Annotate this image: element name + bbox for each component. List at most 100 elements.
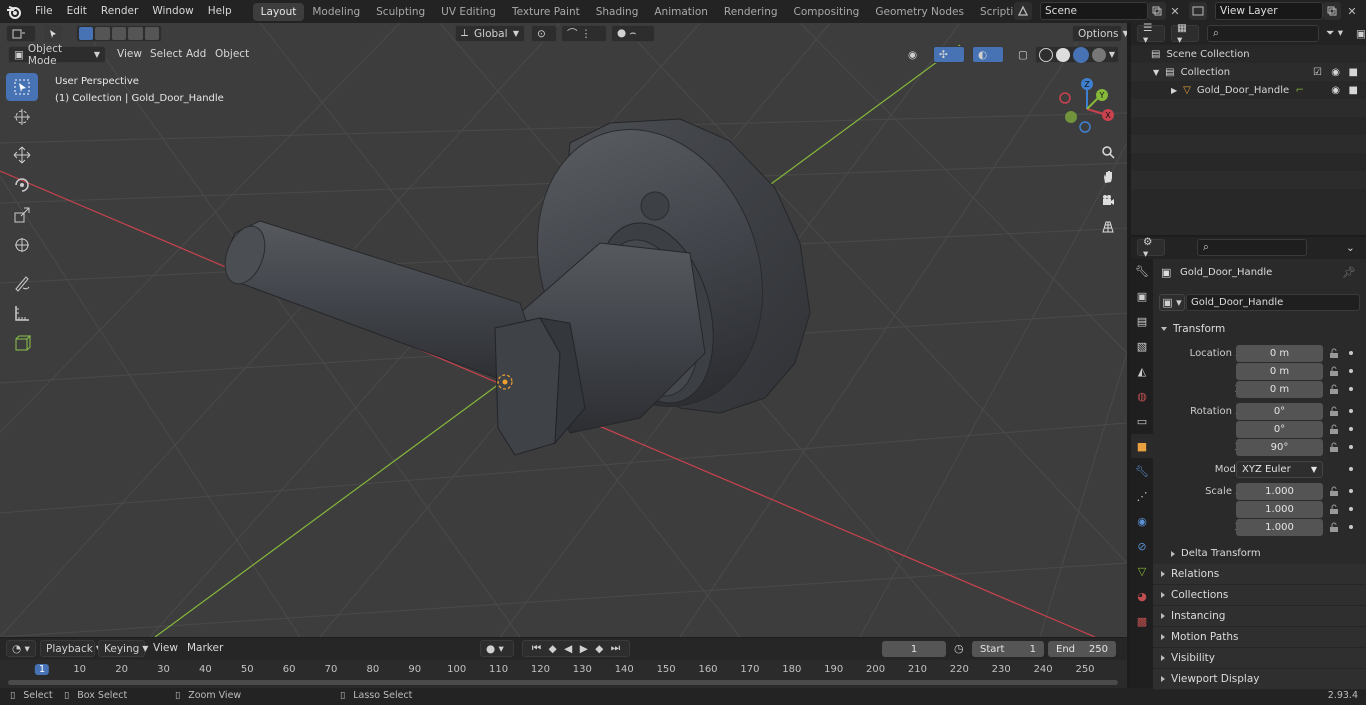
record-keyframes-icon[interactable]: ● ▾: [480, 640, 514, 657]
gizmo-toggle-icon[interactable]: ✣: [933, 46, 965, 63]
rotation-x-field[interactable]: 0°: [1236, 402, 1323, 420]
tab-uv-editing[interactable]: UV Editing: [433, 3, 504, 21]
zoom-view-icon[interactable]: [1097, 141, 1119, 163]
solid-shading-icon[interactable]: [1055, 47, 1070, 62]
scale-y-field[interactable]: 1.000: [1236, 500, 1323, 518]
eye-icon[interactable]: ◉: [1331, 67, 1340, 78]
location-z-field[interactable]: 0 m: [1236, 380, 1323, 398]
display-mode-icon[interactable]: ▦ ▾: [1171, 22, 1199, 46]
neg-z-axis-icon[interactable]: [1079, 121, 1091, 133]
physics-tab-icon[interactable]: ◉: [1131, 509, 1153, 533]
datablock-name-field[interactable]: Gold_Door_Handle: [1186, 293, 1360, 311]
menu-window[interactable]: Window: [145, 0, 200, 23]
menu-help[interactable]: Help: [201, 0, 239, 23]
object-mode-dropdown[interactable]: ▣ Object Mode ▼: [8, 43, 106, 67]
collections-panel-header[interactable]: Collections: [1153, 585, 1366, 606]
lock-icon[interactable]: [1329, 348, 1339, 358]
new-scene-icon[interactable]: [1148, 2, 1166, 20]
particles-tab-icon[interactable]: ⋰: [1131, 484, 1153, 508]
transform-panel-header[interactable]: Transform: [1153, 318, 1366, 339]
lock-icon[interactable]: [1329, 504, 1339, 514]
scene-name-field[interactable]: Scene: [1040, 2, 1148, 20]
chevron-right-icon[interactable]: ▶: [1171, 86, 1177, 95]
menu-object[interactable]: Object: [210, 46, 254, 63]
options-dropdown[interactable]: Options ▼: [1072, 25, 1127, 42]
snap-toggle-icon[interactable]: ⌒ ⋮: [561, 25, 607, 42]
door-handle-model[interactable]: [218, 98, 811, 456]
datablock-browse-icon[interactable]: ▣ ▾: [1159, 293, 1185, 311]
keying-menu[interactable]: Keying ▼: [98, 640, 148, 657]
tab-modeling[interactable]: Modeling: [304, 3, 368, 21]
pin-icon[interactable]: 📌︎: [1342, 266, 1356, 279]
properties-editor-type-icon[interactable]: ⚙ ▾: [1137, 236, 1165, 260]
tab-rendering[interactable]: Rendering: [716, 3, 786, 21]
tab-geometry-nodes[interactable]: Geometry Nodes: [867, 3, 972, 21]
location-y-field[interactable]: 0 m: [1236, 362, 1323, 380]
select-mode-icon[interactable]: [44, 25, 62, 42]
exclude-checkbox-icon[interactable]: ☑: [1313, 67, 1322, 78]
play-reverse-icon[interactable]: ◀: [564, 643, 572, 655]
start-frame-field[interactable]: Start 1: [972, 641, 1044, 657]
outliner-search-input[interactable]: ⌕: [1207, 25, 1319, 42]
object-tab-icon[interactable]: ■: [1131, 434, 1153, 458]
measure-tool-icon[interactable]: [6, 299, 38, 327]
3d-viewport[interactable]: ⟂ Global ▼ ⊙ ⌒ ⋮ ● ⌢ Options ▼ ▣ Object …: [0, 23, 1127, 637]
new-collection-icon[interactable]: ▣: [1351, 25, 1366, 42]
neg-y-axis-icon[interactable]: [1065, 111, 1077, 123]
prev-keyframe-icon[interactable]: ◆: [549, 643, 557, 655]
keyframe-dot-icon[interactable]: [1349, 409, 1353, 413]
timeline-menu-view[interactable]: View: [148, 640, 183, 657]
eye-icon[interactable]: ◉: [1331, 85, 1340, 96]
outliner-object-row[interactable]: ▶ ▽ Gold_Door_Handle ⌐ ◉ ■: [1131, 81, 1366, 99]
keyframe-dot-icon[interactable]: [1349, 445, 1353, 449]
properties-search-input[interactable]: ⌕: [1197, 239, 1307, 256]
navigation-gizmo[interactable]: Z X Y: [1053, 75, 1123, 145]
instancing-panel-header[interactable]: Instancing: [1153, 606, 1366, 627]
pan-view-icon[interactable]: [1097, 166, 1119, 188]
neg-x-axis-icon[interactable]: [1059, 92, 1071, 104]
timeline-scrollbar[interactable]: [8, 680, 1118, 685]
relations-panel-header[interactable]: Relations: [1153, 564, 1366, 585]
visibility-panel-header[interactable]: Visibility: [1153, 648, 1366, 669]
material-tab-icon[interactable]: ◕: [1131, 584, 1153, 608]
keyframe-dot-icon[interactable]: [1349, 467, 1353, 471]
lock-icon[interactable]: [1329, 406, 1339, 416]
tab-layout[interactable]: Layout: [252, 2, 305, 21]
select-invert-icon[interactable]: [128, 27, 143, 40]
keyframe-dot-icon[interactable]: [1349, 489, 1353, 493]
overlay-toggle-icon[interactable]: ◐: [972, 46, 1004, 63]
select-intersect-icon[interactable]: [144, 27, 160, 40]
keyframe-dot-icon[interactable]: [1349, 427, 1353, 431]
material-shading-icon[interactable]: [1072, 46, 1089, 63]
menu-add[interactable]: Add: [181, 46, 211, 63]
transform-orientation-dropdown[interactable]: ⟂ Global ▼: [455, 25, 525, 42]
view-layer-field[interactable]: View Layer: [1215, 2, 1323, 20]
lock-icon[interactable]: [1329, 384, 1339, 394]
view-layer-tab-icon[interactable]: ▧: [1131, 334, 1153, 358]
filter-icon[interactable]: ⏷ ▾: [1321, 25, 1349, 42]
tab-compositing[interactable]: Compositing: [786, 3, 868, 21]
keyframe-dot-icon[interactable]: [1349, 369, 1353, 373]
annotate-tool-icon[interactable]: [6, 269, 38, 297]
move-tool-icon[interactable]: [6, 141, 38, 169]
camera-view-icon[interactable]: [1097, 190, 1119, 212]
lock-icon[interactable]: [1329, 442, 1339, 452]
keyframe-dot-icon[interactable]: [1349, 387, 1353, 391]
texture-tab-icon[interactable]: ▩: [1131, 609, 1153, 633]
transform-tool-icon[interactable]: [6, 231, 38, 259]
outliner-collection[interactable]: ▼ ▤ Collection ☑ ◉ ■: [1131, 63, 1366, 81]
tab-sculpting[interactable]: Sculpting: [368, 3, 433, 21]
select-box-tool-icon[interactable]: [6, 73, 38, 101]
scale-x-field[interactable]: 1.000: [1236, 482, 1323, 500]
lock-icon[interactable]: [1329, 366, 1339, 376]
play-icon[interactable]: ▶: [580, 643, 588, 655]
delta-transform-header[interactable]: Delta Transform: [1153, 543, 1366, 564]
render-tab-icon[interactable]: ▣: [1131, 284, 1153, 308]
world-tab-icon[interactable]: ◍: [1131, 384, 1153, 408]
lock-icon[interactable]: [1329, 522, 1339, 532]
new-view-layer-icon[interactable]: [1323, 2, 1341, 20]
select-subtract-icon[interactable]: [111, 27, 127, 40]
rendered-shading-icon[interactable]: [1091, 47, 1106, 62]
toggle-perspective-icon[interactable]: [1097, 216, 1119, 238]
menu-file[interactable]: File: [28, 0, 60, 23]
